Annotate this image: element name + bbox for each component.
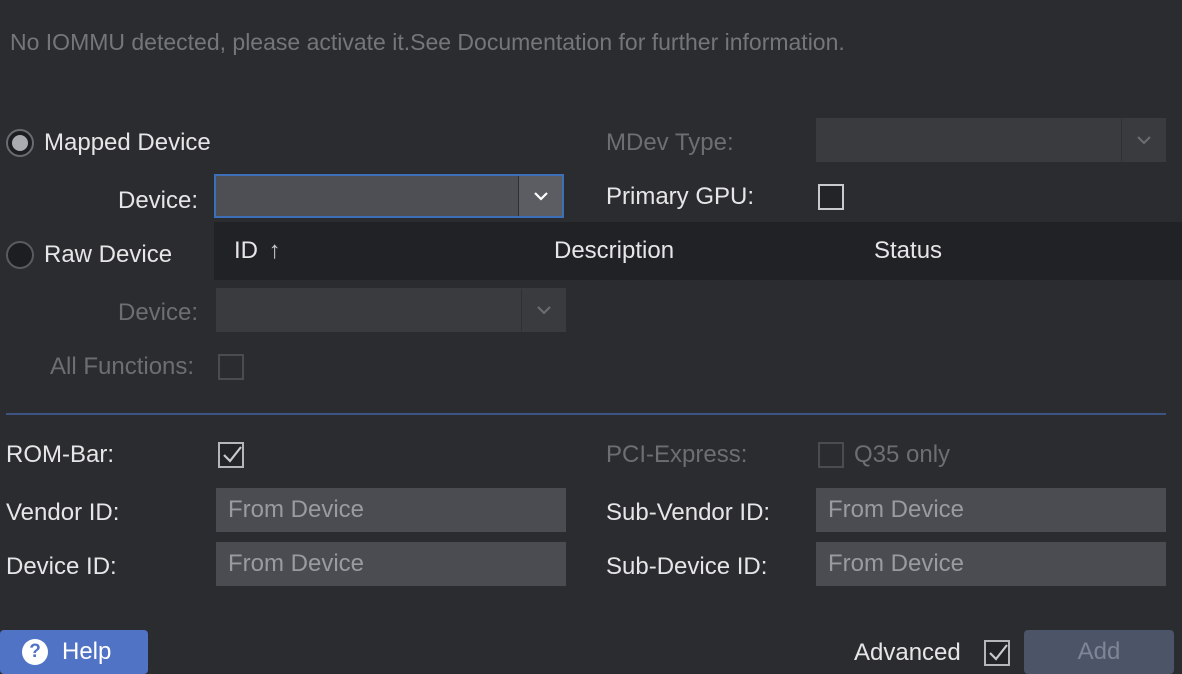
grid-col-status[interactable]: Status <box>874 237 942 265</box>
sub-vendor-id-label: Sub-Vendor ID: <box>606 499 771 526</box>
device-id-input[interactable]: From Device <box>216 542 566 586</box>
question-circle-icon: ? <box>22 639 48 665</box>
mdev-type-select[interactable] <box>816 118 1166 162</box>
primary-gpu-checkbox[interactable] <box>818 184 844 210</box>
raw-device-radio[interactable] <box>6 241 34 269</box>
pci-express-label: PCI-Express: <box>606 441 748 468</box>
mapped-device-label[interactable]: Mapped Device <box>44 129 211 157</box>
device-id-label: Device ID: <box>6 553 117 580</box>
sub-device-id-input[interactable]: From Device <box>816 542 1166 586</box>
mapped-device-select[interactable] <box>214 174 564 218</box>
iommu-warning: No IOMMU detected, please activate it.Se… <box>10 29 845 55</box>
chevron-down-icon[interactable] <box>518 176 562 216</box>
checkmark-icon <box>223 446 242 463</box>
sort-ascending-icon: ↑ <box>268 237 281 264</box>
advanced-label[interactable]: Advanced <box>854 639 961 667</box>
help-button[interactable]: ? Help <box>0 630 148 674</box>
raw-device-field-label: Device: <box>118 299 199 326</box>
pci-express-checkbox[interactable] <box>818 442 844 468</box>
sub-device-id-label: Sub-Device ID: <box>606 553 768 580</box>
checkmark-icon <box>989 644 1008 661</box>
rom-bar-checkbox[interactable] <box>218 442 244 468</box>
pci-express-note: Q35 only <box>854 441 951 468</box>
mdev-type-label: MDev Type: <box>606 129 734 156</box>
vendor-id-input[interactable]: From Device <box>216 488 566 532</box>
raw-device-label[interactable]: Raw Device <box>44 241 172 269</box>
raw-device-select[interactable] <box>216 288 566 332</box>
mapped-device-field-label: Device: <box>118 187 199 214</box>
chevron-down-icon[interactable] <box>1121 119 1165 161</box>
all-functions-label: All Functions: <box>50 353 195 380</box>
advanced-checkbox[interactable] <box>984 640 1010 666</box>
vendor-id-label: Vendor ID: <box>6 499 120 526</box>
add-button[interactable]: Add <box>1024 630 1174 674</box>
primary-gpu-label: Primary GPU: <box>606 183 755 210</box>
all-functions-checkbox[interactable] <box>218 354 244 380</box>
chevron-down-icon[interactable] <box>521 289 565 331</box>
device-grid-header: ID ↑ Description Status <box>214 222 1182 280</box>
section-divider <box>6 413 1166 415</box>
grid-col-id[interactable]: ID ↑ <box>234 237 281 265</box>
sub-vendor-id-input[interactable]: From Device <box>816 488 1166 532</box>
rom-bar-label: ROM-Bar: <box>6 441 114 468</box>
mapped-device-radio[interactable] <box>6 129 34 157</box>
grid-col-description[interactable]: Description <box>554 237 674 265</box>
